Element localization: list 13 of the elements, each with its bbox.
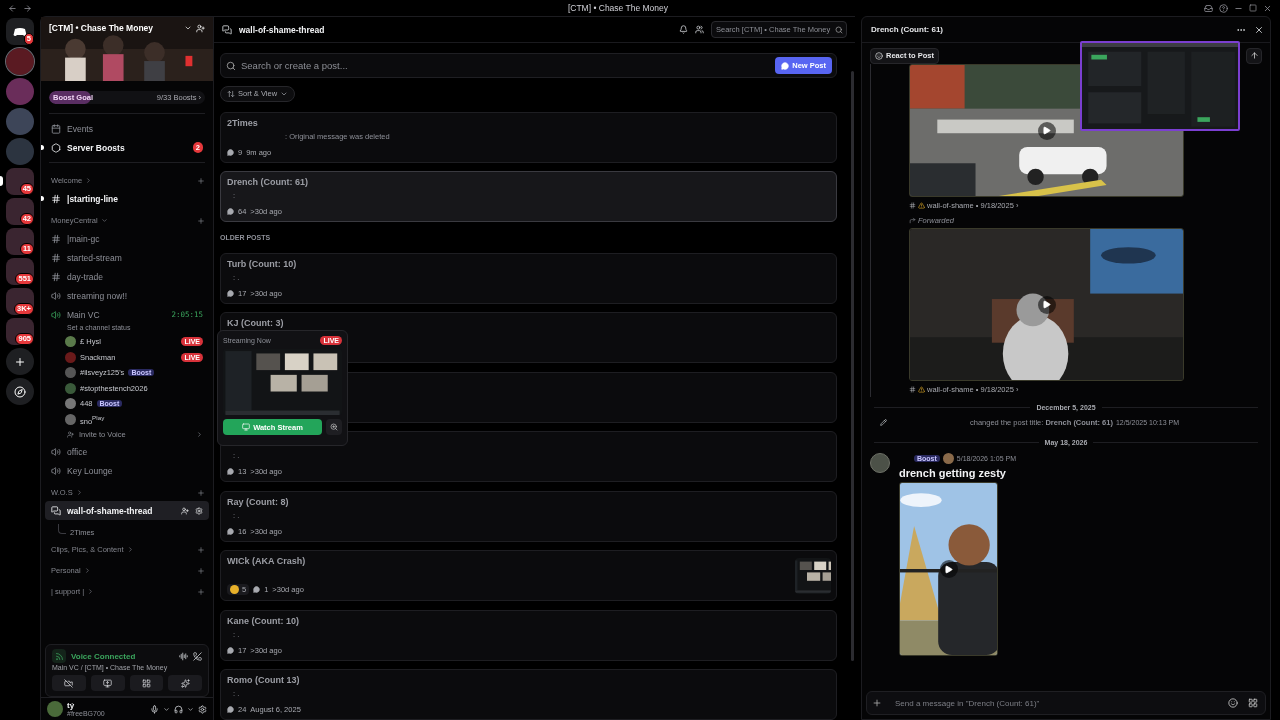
post-title: Turb (Count: 10) xyxy=(227,258,298,271)
channel-title: wall-of-shame-thread xyxy=(239,24,326,35)
post-title: WICk (AKA Crash) xyxy=(227,556,307,568)
window-title: [CTM] • Chase The Money xyxy=(566,3,670,13)
post-title: KJ (Count: 3) xyxy=(227,318,285,330)
thread-title: Drench (Count: 61) xyxy=(871,25,944,34)
post-title: Drench (Count: 61) xyxy=(227,177,309,189)
message-text: drench getting zesty xyxy=(899,467,1007,479)
post-title: Ray (Count: 8) xyxy=(227,496,290,509)
post-title: Kane (Count: 10) xyxy=(227,615,300,628)
post-title: Romo (Count 13) xyxy=(227,675,301,687)
post-title: 2Times xyxy=(227,117,259,130)
user-name: tý xyxy=(67,701,76,710)
